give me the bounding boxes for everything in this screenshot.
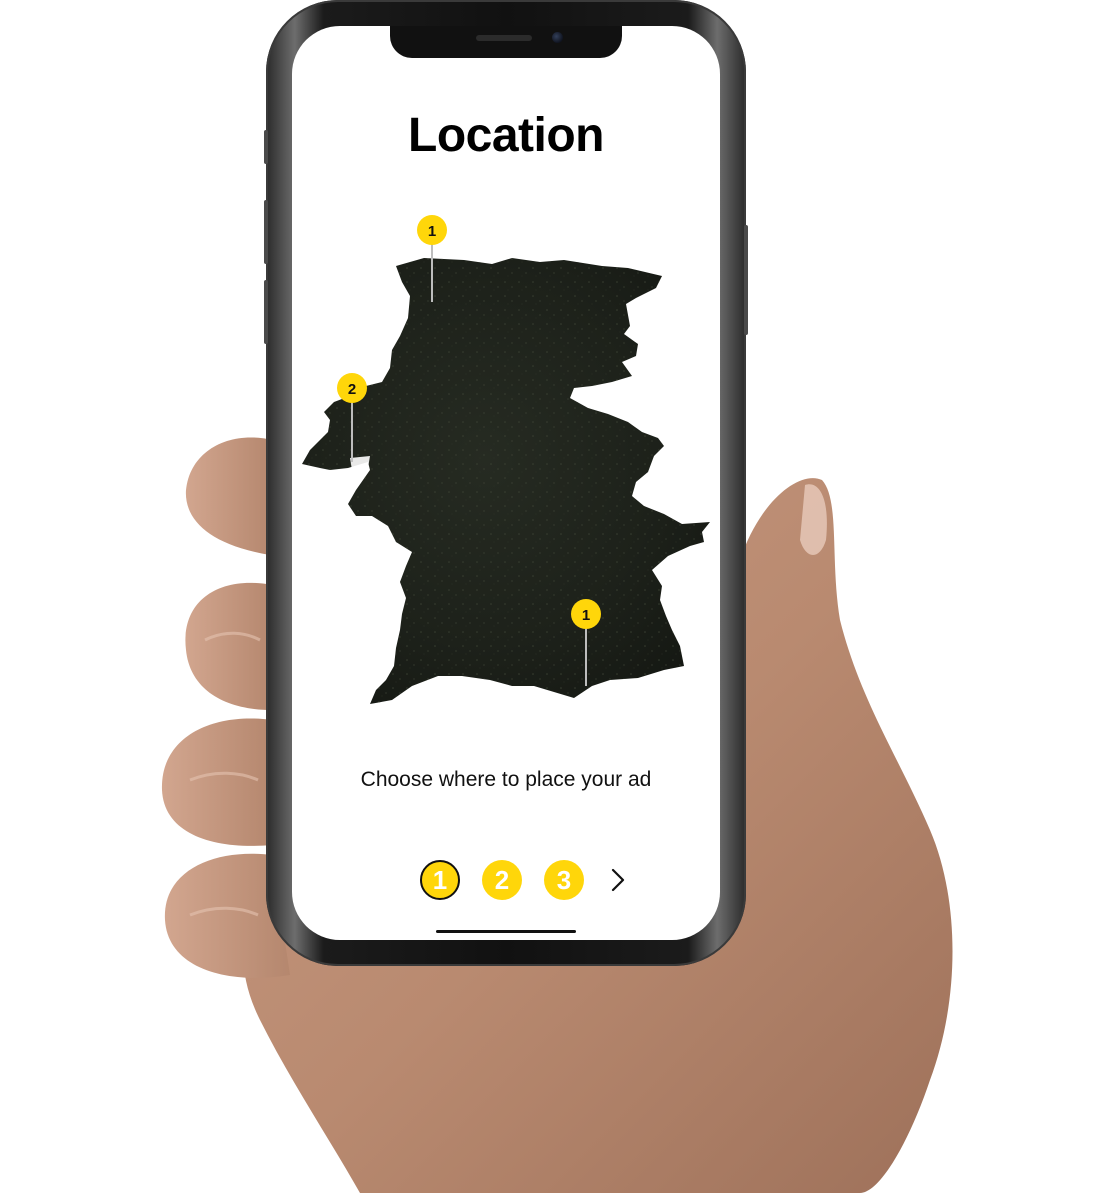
next-button[interactable] [606, 860, 630, 900]
mockup-stage: Location 1 2 1 Choose where to place you… [0, 0, 1096, 1193]
phone-screen: Location 1 2 1 Choose where to place you… [292, 26, 720, 940]
power-button [744, 225, 748, 335]
volume-down-button [264, 280, 268, 344]
region-map[interactable]: 1 2 1 [292, 26, 720, 940]
map-land [302, 258, 710, 704]
step-1-button[interactable]: 1 [420, 860, 460, 900]
silent-switch [264, 130, 268, 164]
step-2-button[interactable]: 2 [482, 860, 522, 900]
home-indicator[interactable] [436, 930, 576, 933]
map-pin-2-label: 2 [348, 381, 356, 398]
volume-up-button [264, 200, 268, 264]
instruction-text: Choose where to place your ad [360, 768, 652, 791]
chevron-right-icon [611, 868, 625, 892]
map-pin-1-label: 1 [428, 223, 436, 240]
step-3-button[interactable]: 3 [544, 860, 584, 900]
step-indicator: 1 2 3 [420, 858, 630, 902]
map-pin-3-label: 1 [582, 607, 590, 624]
